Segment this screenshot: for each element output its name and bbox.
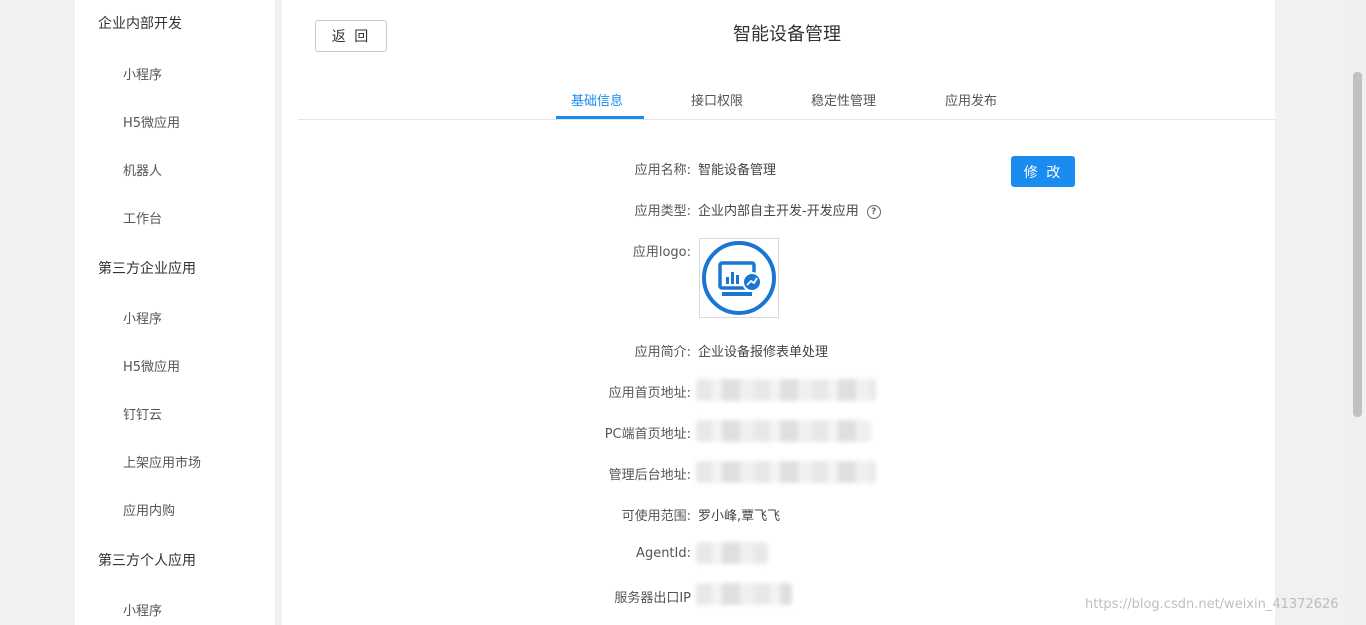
- tab-publish[interactable]: 应用发布: [945, 90, 997, 109]
- server-ip-label: 服务器出口IP: [614, 591, 691, 606]
- scrollbar-thumb[interactable]: [1353, 72, 1362, 417]
- home-url-redacted: [696, 379, 876, 401]
- sidebar-item-h5-app[interactable]: H5微应用: [123, 112, 180, 131]
- sidebar-item-mini-program[interactable]: 小程序: [123, 600, 162, 619]
- tab-stability[interactable]: 稳定性管理: [811, 90, 876, 109]
- pc-url-redacted: [696, 420, 871, 442]
- help-icon[interactable]: ?: [866, 204, 881, 219]
- sidebar: 企业内部开发 小程序 H5微应用 机器人 工作台 第三方企业应用 小程序 H5微…: [75, 0, 275, 625]
- admin-url-label: 管理后台地址:: [608, 468, 691, 483]
- scope-value: 罗小峰,覃飞飞: [698, 509, 781, 524]
- sidebar-item-workbench[interactable]: 工作台: [123, 208, 162, 227]
- admin-url-redacted: [696, 461, 876, 483]
- page-title: 智能设备管理: [733, 24, 841, 45]
- sidebar-item-mini-program[interactable]: 小程序: [123, 308, 162, 327]
- sidebar-item-mini-program[interactable]: 小程序: [123, 64, 162, 83]
- watermark: https://blog.csdn.net/weixin_41372626: [1085, 597, 1339, 612]
- tab-api-permissions[interactable]: 接口权限: [691, 90, 743, 109]
- sidebar-item-dingtalk-cloud[interactable]: 钉钉云: [123, 404, 162, 423]
- app-name-label: 应用名称:: [634, 163, 691, 178]
- monitor-chart-icon: [702, 241, 776, 315]
- scope-label: 可使用范围:: [621, 509, 691, 524]
- agentid-redacted: [696, 542, 768, 564]
- sidebar-item-in-app-purchase[interactable]: 应用内购: [123, 500, 175, 519]
- active-tab-indicator: [556, 116, 644, 119]
- sidebar-group-internal[interactable]: 企业内部开发: [98, 13, 182, 33]
- app-type-row: 企业内部自主开发-开发应用?: [698, 200, 881, 219]
- sidebar-item-h5-app[interactable]: H5微应用: [123, 356, 180, 375]
- sidebar-item-app-market[interactable]: 上架应用市场: [123, 452, 201, 471]
- app-desc-label: 应用简介:: [634, 345, 691, 360]
- tab-bar: 基础信息 接口权限 稳定性管理 应用发布: [298, 80, 1275, 120]
- page-scrollbar[interactable]: [1349, 0, 1366, 625]
- sidebar-group-third-party-enterprise[interactable]: 第三方企业应用: [98, 258, 196, 278]
- app-logo-label: 应用logo:: [632, 245, 691, 260]
- tab-basic-info[interactable]: 基础信息: [571, 90, 623, 109]
- app-type-label: 应用类型:: [634, 204, 691, 219]
- edit-button[interactable]: 修 改: [1011, 156, 1075, 187]
- app-desc-value: 企业设备报修表单处理: [698, 345, 829, 360]
- back-button[interactable]: 返 回: [315, 20, 387, 52]
- app-type-value: 企业内部自主开发-开发应用: [698, 204, 859, 219]
- home-url-label: 应用首页地址:: [608, 386, 691, 401]
- server-ip-redacted: [696, 583, 792, 605]
- sidebar-item-robot[interactable]: 机器人: [123, 160, 162, 179]
- app-logo: [699, 238, 779, 318]
- pc-url-label: PC端首页地址:: [604, 427, 691, 442]
- main-panel: 返 回 智能设备管理 基础信息 接口权限 稳定性管理 应用发布 修 改 应用名称…: [282, 0, 1275, 625]
- agentid-label: AgentId:: [636, 546, 691, 561]
- sidebar-group-third-party-personal[interactable]: 第三方个人应用: [98, 550, 196, 570]
- app-name-value: 智能设备管理: [698, 163, 777, 178]
